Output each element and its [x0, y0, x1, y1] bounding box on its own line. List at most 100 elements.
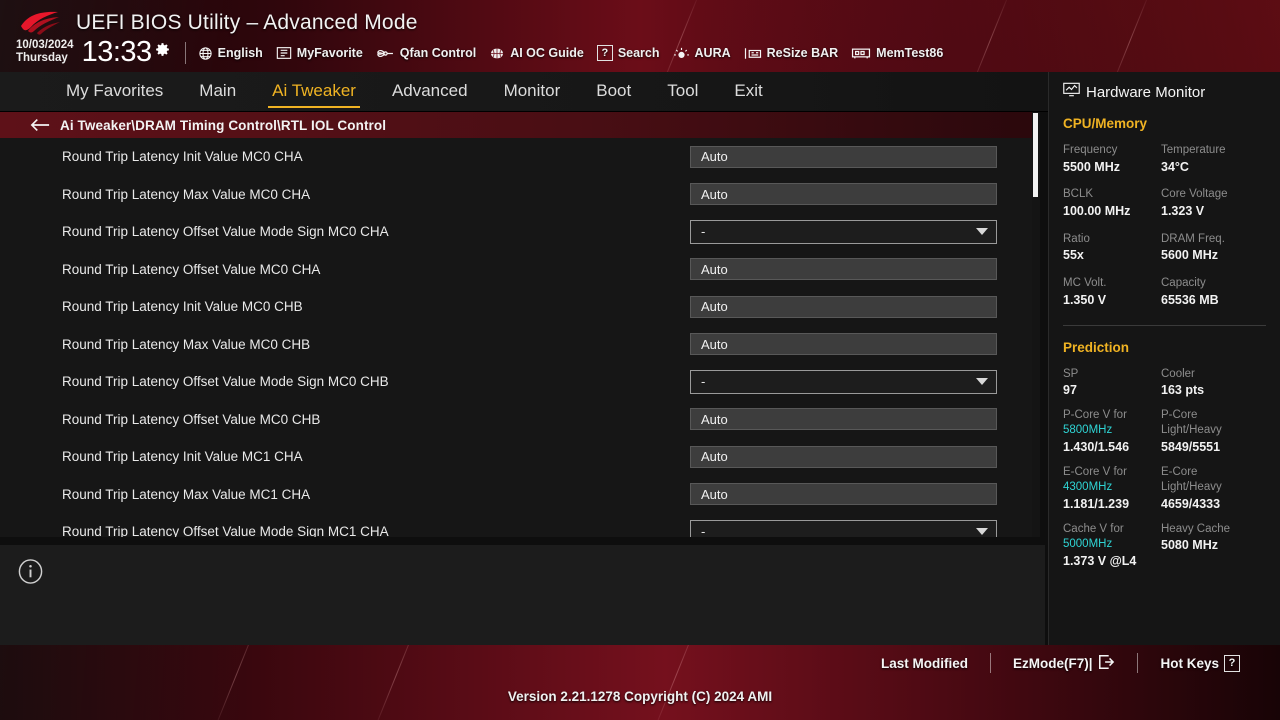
nav-tab-ai-tweaker[interactable]: Ai Tweaker [254, 77, 374, 108]
gear-icon[interactable] [154, 41, 171, 63]
tool-resize-bar[interactable]: ReSize BAR [744, 46, 839, 61]
setting-dropdown[interactable]: - [690, 219, 997, 244]
setting-label: Round Trip Latency Init Value MC0 CHB [62, 299, 303, 315]
hw-metric-key: Core Voltage [1161, 188, 1228, 201]
memtest-icon [851, 46, 871, 60]
version-text: Version 2.21.1278 Copyright (C) 2024 AMI [507, 689, 773, 704]
setting-row[interactable]: Round Trip Latency Offset Value MC0 CHB A… [0, 401, 1032, 439]
setting-control: - [690, 369, 997, 394]
last-modified-label: Last Modified [880, 655, 968, 671]
setting-dropdown-value: - [701, 224, 706, 240]
decorative-streak [651, 645, 701, 720]
setting-row[interactable]: Round Trip Latency Init Value MC0 CHA Aut… [0, 138, 1032, 176]
chevron-down-icon [976, 528, 988, 536]
tool-qfan-control[interactable]: Qfan Control [376, 46, 476, 61]
tool-search[interactable]: ? Search [596, 45, 660, 61]
setting-row[interactable]: Round Trip Latency Offset Value MC0 CHA A… [0, 251, 1032, 289]
hw-metric-value: 5080 MHz [1161, 538, 1218, 553]
hardware-monitor-title: Hardware Monitor [1086, 83, 1206, 101]
hw-metric-value: 100.00 MHz [1063, 203, 1131, 218]
ezmode-button[interactable]: EzMode(F7)| [991, 654, 1138, 673]
header-tools-row: 10/03/2024 Thursday 13:33 English MyFavo… [0, 36, 943, 70]
setting-row[interactable]: Round Trip Latency Max Value MC0 CHB Auto [0, 326, 1032, 364]
nav-tab-main[interactable]: Main [181, 77, 254, 106]
tool-memtest86[interactable]: MemTest86 [851, 46, 943, 60]
setting-input[interactable]: Auto [690, 145, 997, 168]
hw-metric-key: Cooler [1161, 367, 1195, 380]
setting-label: Round Trip Latency Max Value MC0 CHB [62, 336, 311, 352]
nav-tab-tool[interactable]: Tool [649, 77, 716, 106]
hw-metric-key: Heavy Cache [1161, 522, 1231, 535]
hw-metric: Cooler 163 pts [1161, 367, 1280, 399]
tool-english[interactable]: English [198, 46, 263, 61]
setting-dropdown[interactable]: - [690, 519, 997, 537]
fan-icon [376, 46, 395, 61]
setting-input[interactable]: Auto [690, 483, 997, 506]
setting-input[interactable]: Auto [690, 333, 997, 356]
setting-input[interactable]: Auto [690, 408, 997, 431]
decorative-streak [211, 645, 261, 720]
setting-row[interactable]: Round Trip Latency Init Value MC0 CHB Aut… [0, 288, 1032, 326]
setting-input[interactable]: Auto [690, 258, 997, 281]
hw-metric-value: 5849/5551 [1161, 439, 1221, 454]
tool-label: Qfan Control [399, 46, 477, 60]
hw-metric: Frequency 5500 MHz [1063, 143, 1161, 175]
tool-label: ReSize BAR [766, 46, 839, 60]
resize-bar-icon [744, 46, 762, 61]
exit-arrow-icon [1097, 654, 1115, 673]
setting-input[interactable]: Auto [690, 183, 997, 206]
hw-metric: SP 97 [1063, 367, 1161, 399]
breadcrumb-path: Ai Tweaker\DRAM Timing Control\RTL IOL C… [60, 117, 387, 133]
setting-row[interactable]: Round Trip Latency Offset Value Mode Sig… [0, 513, 1032, 537]
tool-label: Search [617, 46, 660, 60]
setting-control: - [690, 519, 997, 537]
hw-metric-key: BCLK [1063, 188, 1094, 201]
hw-metric-key-accent: 5800MHz [1063, 424, 1113, 437]
hw-metric: DRAM Freq. 5600 MHz [1161, 232, 1280, 264]
setting-row[interactable]: Round Trip Latency Max Value MC0 CHA Auto [0, 176, 1032, 214]
setting-control: Auto [690, 445, 997, 468]
tool-ai-oc-guide[interactable]: AI OC Guide [489, 46, 584, 61]
setting-label: Round Trip Latency Offset Value Mode Sig… [62, 374, 389, 390]
brain-icon [489, 46, 505, 61]
hw-metric: E-Core Light/Heavy 4659/4333 [1161, 465, 1280, 513]
setting-control: Auto [690, 295, 997, 318]
nav-tab-advanced[interactable]: Advanced [374, 77, 486, 106]
hw-metric-value: 1.430/1.546 [1063, 439, 1130, 454]
setting-row[interactable]: Round Trip Latency Max Value MC1 CHA Auto [0, 476, 1032, 514]
setting-dropdown[interactable]: - [690, 369, 997, 394]
tool-label: MyFavorite [296, 46, 363, 60]
tool-myfavorite[interactable]: MyFavorite [276, 46, 363, 60]
hw-metric-key-accent: 5000MHz [1063, 538, 1113, 551]
setting-row[interactable]: Round Trip Latency Init Value MC1 CHA Aut… [0, 438, 1032, 476]
nav-tab-my-favorites[interactable]: My Favorites [48, 77, 181, 106]
tool-aura[interactable]: AURA [673, 46, 731, 61]
setting-input[interactable]: Auto [690, 445, 997, 468]
hw-metric: Temperature 34°C [1161, 143, 1280, 175]
info-circle-icon[interactable] [17, 558, 44, 590]
datetime-display: 10/03/2024 Thursday 13:33 [16, 38, 171, 67]
hw-metric: Core Voltage 1.323 V [1161, 187, 1280, 219]
back-arrow-icon[interactable] [30, 118, 50, 132]
setting-row[interactable]: Round Trip Latency Offset Value Mode Sig… [0, 213, 1032, 251]
last-modified-button[interactable]: Last Modified [859, 656, 990, 671]
tool-label: English [217, 46, 263, 60]
hot-keys-button[interactable]: Hot Keys ? [1138, 654, 1262, 672]
setting-input[interactable]: Auto [690, 295, 997, 318]
hot-keys-label: Hot Keys [1160, 655, 1219, 671]
setting-control: Auto [690, 483, 997, 506]
hw-metric-key2: Light/Heavy [1161, 424, 1222, 437]
setting-row[interactable]: Round Trip Latency Offset Value Mode Sig… [0, 363, 1032, 401]
nav-tab-monitor[interactable]: Monitor [486, 77, 579, 106]
help-pane [0, 545, 1045, 645]
hw-metric-key: Capacity [1161, 277, 1206, 290]
bottom-actions: Last Modified EzMode(F7)| Hot Keys ? [859, 653, 1262, 673]
weekday-text: Thursday [16, 51, 68, 64]
list-scrollbar-thumb[interactable] [1033, 113, 1038, 197]
hw-metric-key: P-Core [1161, 408, 1198, 421]
hw-metric-key: E-Core V for [1063, 465, 1127, 478]
setting-dropdown-value: - [701, 524, 706, 537]
nav-tab-boot[interactable]: Boot [578, 77, 649, 106]
setting-label: Round Trip Latency Max Value MC0 CHA [62, 186, 311, 202]
nav-tab-exit[interactable]: Exit [716, 77, 780, 106]
